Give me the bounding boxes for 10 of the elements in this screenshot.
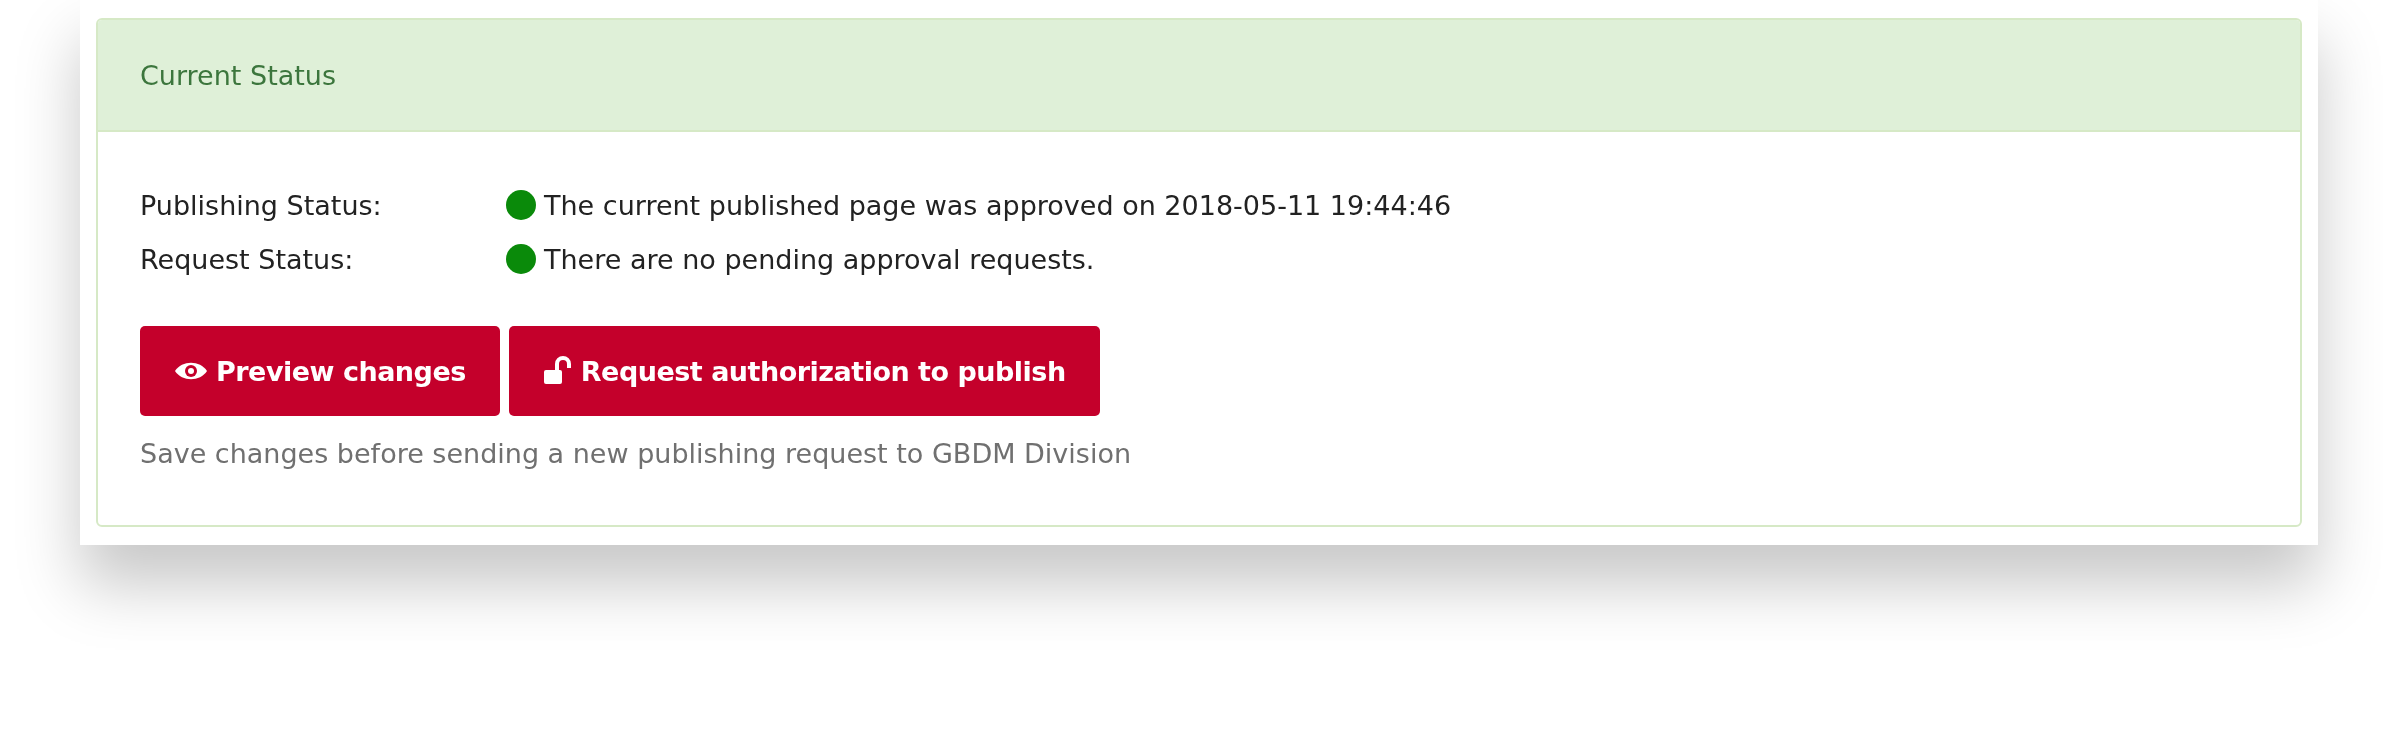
panel-title: Current Status: [140, 59, 337, 91]
status-text: There are no pending approval requests.: [544, 243, 1095, 275]
status-label: Request Status:: [140, 243, 355, 275]
status-label: Publishing Status:: [140, 189, 383, 221]
eye-icon: [174, 360, 208, 382]
status-text: The current published page was approved on 2018-05-11 19:44:46: [544, 189, 1452, 221]
preview-button[interactable]: Preview changes: [140, 326, 500, 416]
hint-text: Save changes before sending a new publishing request to GBDM Division: [140, 438, 1133, 469]
request-button[interactable]: Request authorization to publish: [508, 326, 1100, 416]
unlocked-padlock-icon: [542, 356, 573, 386]
